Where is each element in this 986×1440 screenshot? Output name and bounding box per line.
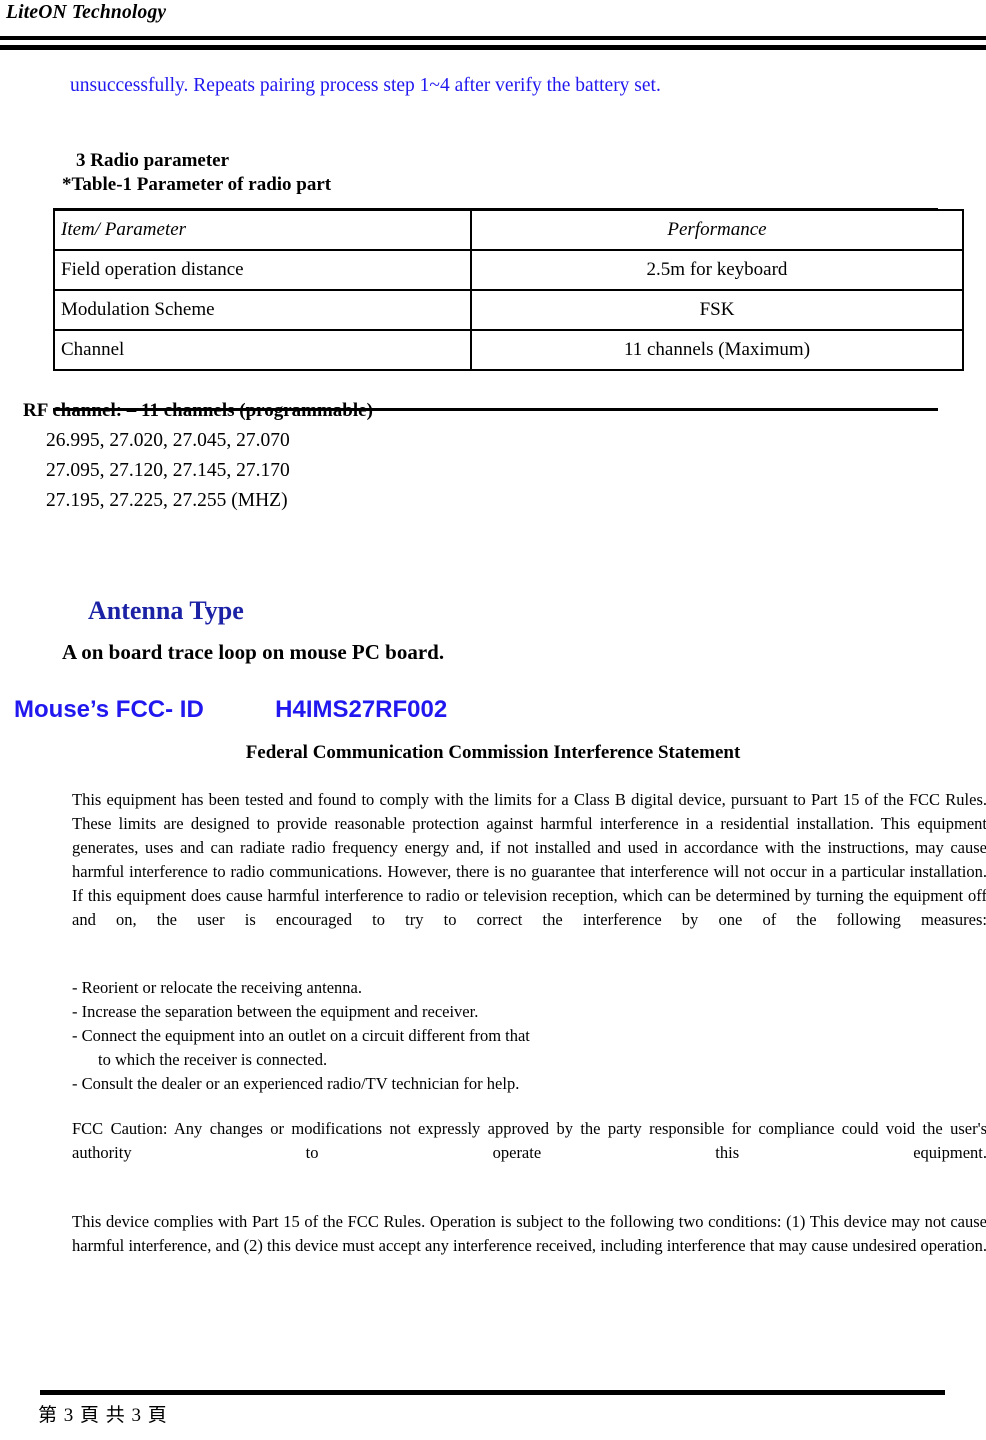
header-company-name: LiteON Technology — [6, 2, 167, 23]
footer-rule — [40, 1390, 945, 1395]
table-cell-item: Channel — [53, 329, 472, 371]
fcc-measure-item: - Consult the dealer or an experienced r… — [72, 1074, 520, 1094]
fcc-measure-item: - Reorient or relocate the receiving ant… — [72, 978, 362, 998]
antenna-description: A on board trace loop on mouse PC board. — [62, 640, 445, 664]
table-cell-performance: 11 channels (Maximum) — [470, 329, 964, 371]
rf-channel-block: RF channel: – 11 channels (programmable)… — [0, 400, 986, 512]
table-row: Field operation distance 2.5m for keyboa… — [53, 249, 964, 291]
header-rule-bottom — [0, 45, 986, 50]
antenna-block: Antenna Type A on board trace loop on mo… — [0, 596, 986, 665]
table-cell-performance: 2.5m for keyboard — [470, 249, 964, 291]
rf-frequency-line: 26.995, 27.020, 27.045, 27.070 — [46, 430, 290, 451]
table-row: Modulation Scheme FSK — [53, 289, 964, 331]
pairing-note-text: unsuccessfully. Repeats pairing process … — [70, 75, 661, 96]
rf-frequency-line: 27.195, 27.225, 27.255 (MHZ) — [46, 490, 288, 511]
table-caption: *Table-1 Parameter of radio part — [62, 174, 332, 196]
fcc-id-value: H4IMS27RF002 — [275, 696, 448, 723]
fcc-measure-item-continuation: to which the receiver is connected. — [98, 1050, 328, 1070]
rf-channel-title: RF channel: – 11 channels (programmable) — [23, 400, 373, 421]
antenna-type-heading: Antenna Type — [88, 596, 244, 625]
fcc-id-row: Mouse’s FCC- ID H4IMS27RF002 — [14, 696, 447, 724]
page-content: unsuccessfully. Repeats pairing process … — [0, 56, 986, 664]
fcc-measure-item: - Connect the equipment into an outlet o… — [72, 1026, 530, 1046]
table-cell-performance: FSK — [470, 289, 964, 331]
fcc-measure-item: - Increase the separation between the eq… — [72, 1002, 479, 1022]
fcc-measures-list: - Reorient or relocate the receiving ant… — [72, 976, 986, 1096]
table-cell-item: Field operation distance — [53, 249, 472, 291]
table-header-row: Item/ Parameter Performance — [53, 209, 964, 251]
fcc-caution-paragraph: FCC Caution: Any changes or modification… — [72, 1119, 986, 1162]
radio-parameter-table: Item/ Parameter Performance Field operat… — [53, 209, 964, 371]
section-heading-radio-parameter: 3 Radio parameter — [76, 150, 230, 172]
table-header-performance: Performance — [470, 209, 964, 251]
fcc-compliance-paragraph: This device complies with Part 15 of the… — [72, 1211, 986, 1255]
fcc-statement-heading: Federal Communication Commission Interfe… — [245, 742, 741, 763]
document-page: LiteON Technology unsuccessfully. Repeat… — [0, 0, 986, 1440]
fcc-paragraph-main: This equipment has been tested and found… — [72, 790, 986, 929]
table-row: Channel 11 channels (Maximum) — [53, 329, 964, 371]
fcc-statement-body: This equipment has been tested and found… — [72, 788, 986, 1282]
fcc-id-label: Mouse’s FCC- ID — [14, 696, 204, 723]
header-rule-top — [0, 36, 986, 40]
rf-frequency-line: 27.095, 27.120, 27.145, 27.170 — [46, 460, 290, 481]
table-header-item-parameter: Item/ Parameter — [53, 209, 472, 251]
table-cell-item: Modulation Scheme — [53, 289, 472, 331]
footer-page-number: 第 3 頁 共 3 頁 — [38, 1405, 168, 1426]
